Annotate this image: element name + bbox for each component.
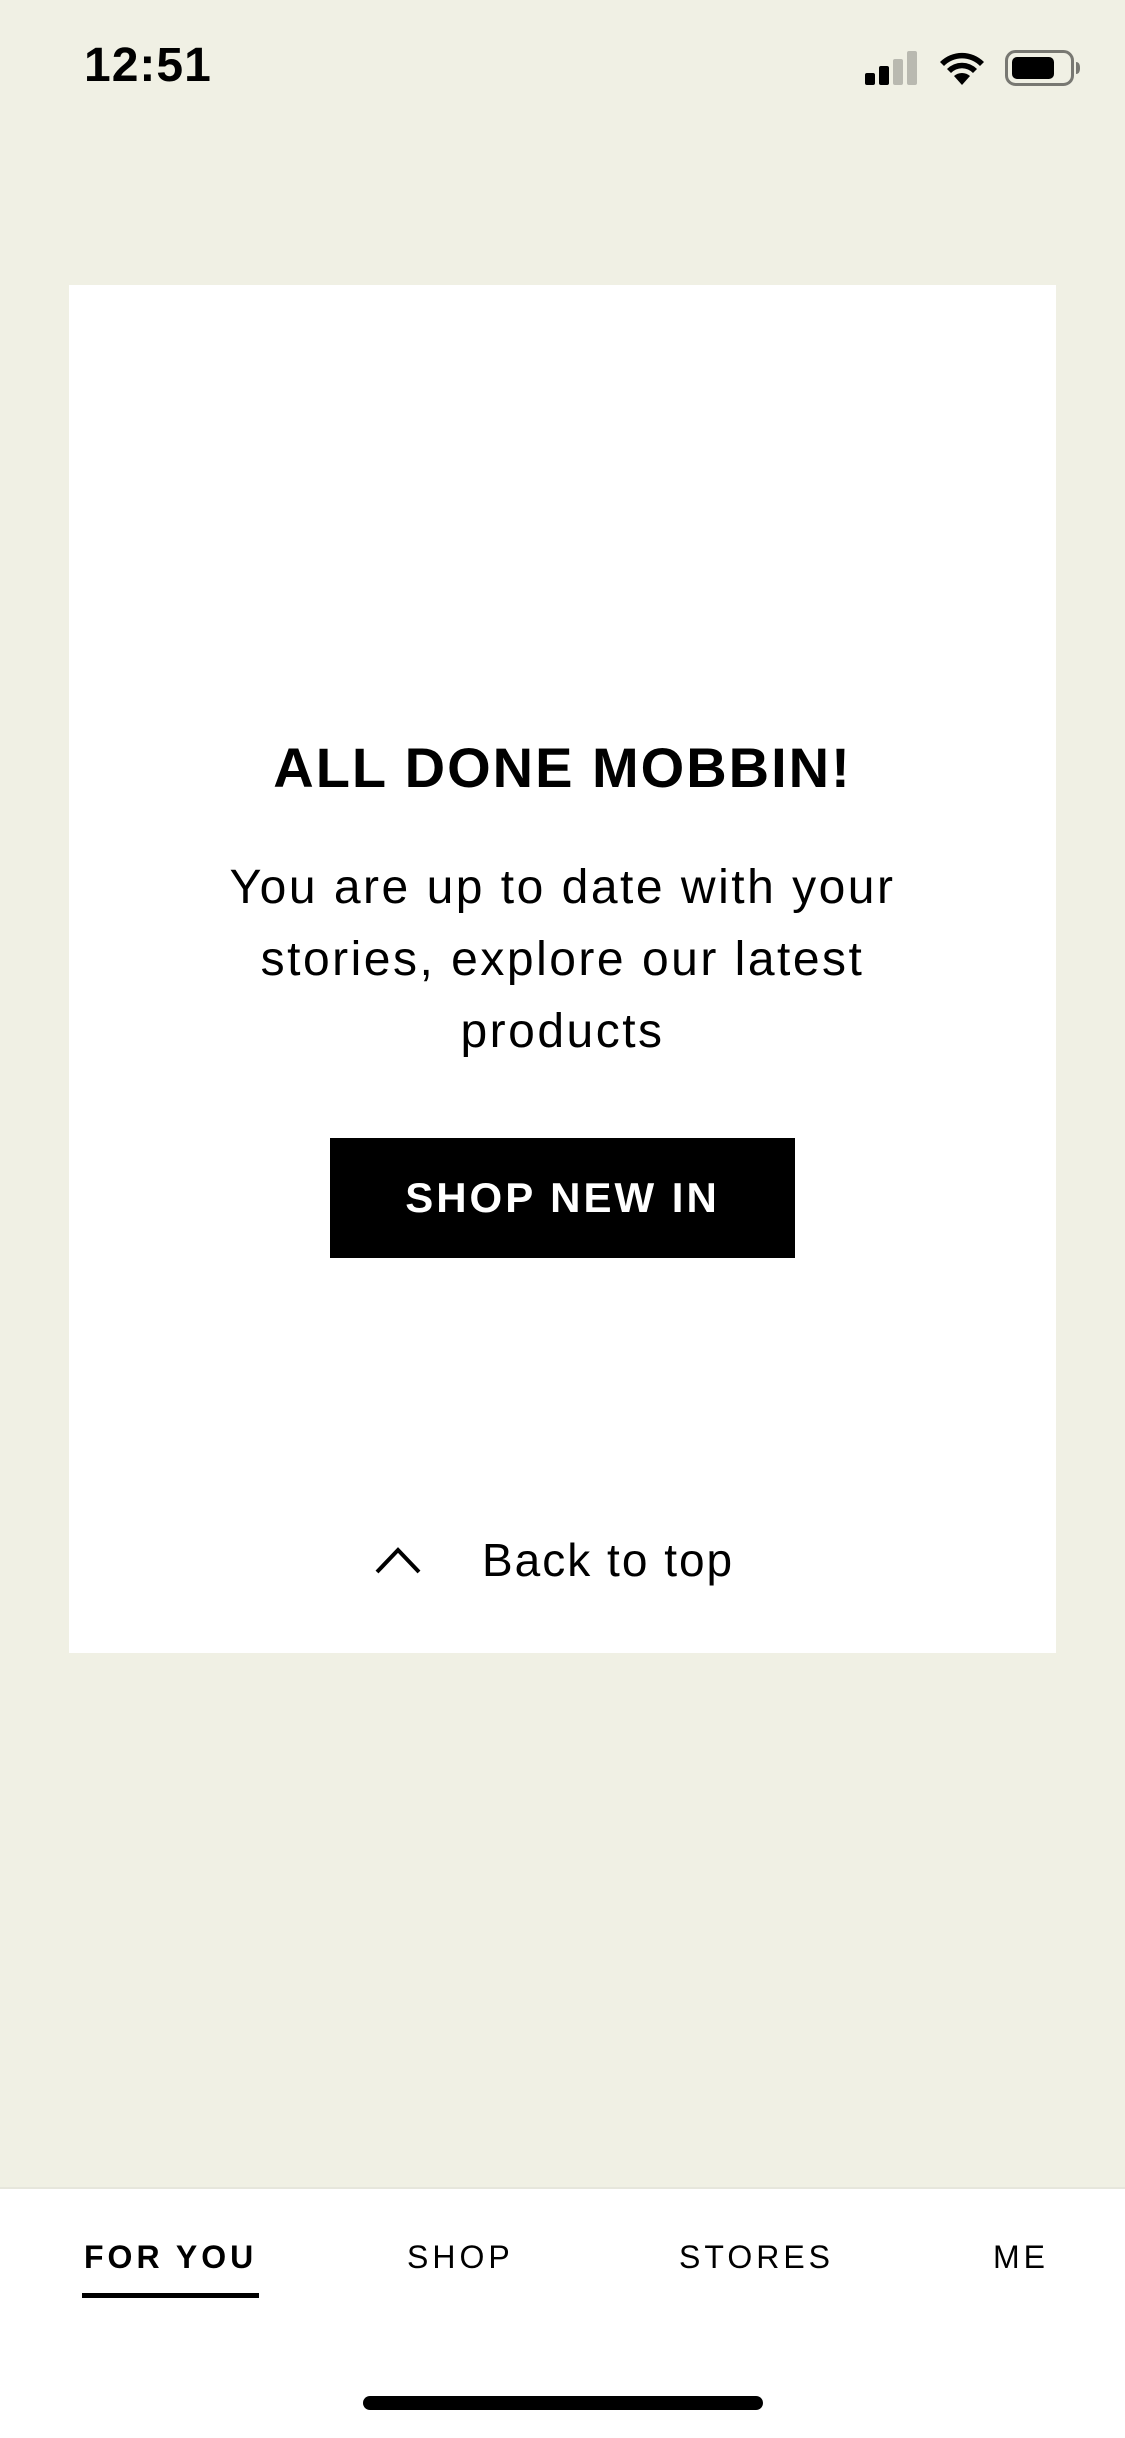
home-indicator[interactable] — [363, 2396, 763, 2410]
tab-shop[interactable]: SHOP — [407, 2239, 514, 2276]
status-time: 12:51 — [84, 39, 212, 92]
tab-for-you-label: FOR YOU — [84, 2239, 258, 2275]
back-to-top-label: Back to top — [482, 1534, 735, 1586]
wifi-icon — [940, 52, 984, 85]
chevron-up-icon — [375, 1547, 421, 1574]
tab-me-label: ME — [993, 2239, 1049, 2275]
card-title: ALL DONE MOBBIN! — [273, 736, 852, 799]
status-bar: 12:51 — [0, 0, 1125, 140]
tab-stores-label: STORES — [679, 2239, 834, 2275]
tab-shop-label: SHOP — [407, 2239, 514, 2275]
back-to-top-link[interactable]: Back to top — [374, 1525, 734, 1595]
battery-icon — [1005, 50, 1080, 86]
tab-me[interactable]: ME — [993, 2239, 1049, 2276]
active-tab-underline — [82, 2293, 260, 2298]
card-message: You are up to date with your stories, ex… — [229, 861, 896, 1058]
tab-stores[interactable]: STORES — [679, 2239, 834, 2276]
status-icons — [865, 50, 1081, 86]
signal-icon — [865, 51, 917, 85]
shop-new-in-button[interactable]: SHOP NEW IN — [330, 1138, 795, 1258]
end-of-stories-card: ALL DONE MOBBIN! You are up to date with… — [69, 285, 1056, 1653]
bottom-tab-bar: FOR YOU SHOP STORES ME — [0, 2187, 1125, 2438]
tab-for-you[interactable]: FOR YOU — [82, 2239, 260, 2298]
